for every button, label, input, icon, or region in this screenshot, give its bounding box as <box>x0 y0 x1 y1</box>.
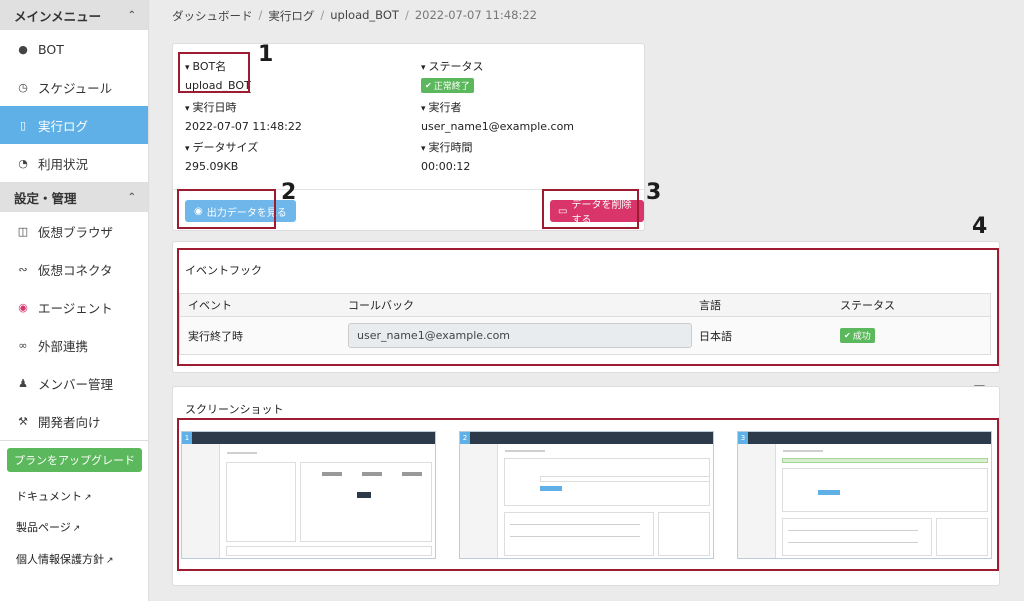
annotation-box-3 <box>542 189 639 229</box>
data-size-field: データサイズ 295.09KB <box>185 139 258 173</box>
sidebar-item-label: 仮想コネクタ <box>38 262 113 278</box>
annotation-number-3: 3 <box>646 180 662 205</box>
clock-icon: ◷ <box>18 80 28 94</box>
sidebar-item-label: BOT <box>38 41 64 57</box>
breadcrumb-exec-log[interactable]: 実行ログ <box>268 8 314 24</box>
annotation-number-4: 4 <box>972 214 988 239</box>
breadcrumb-bot[interactable]: upload_BOT <box>330 8 399 24</box>
upgrade-plan-button[interactable]: プランをアップグレード <box>7 448 142 472</box>
sidebar-item-schedule[interactable]: ◷ スケジュール <box>0 68 148 106</box>
external-link-icon: ↗ <box>106 556 114 566</box>
status-label: ステータス <box>421 58 484 74</box>
pie-chart-icon: ◔ <box>18 156 28 170</box>
chevron-up-icon[interactable]: ⌃ <box>128 192 136 203</box>
exec-time-value: 00:00:12 <box>421 160 471 173</box>
sidebar-item-label: 外部連携 <box>38 338 89 354</box>
external-link-icon: ↗ <box>72 524 81 534</box>
privacy-policy-link[interactable]: 個人情報保護方針 ↗ <box>16 551 114 567</box>
product-page-link[interactable]: 製品ページ ↗ <box>16 519 80 535</box>
link-icon: ∞ <box>18 338 28 352</box>
main-menu-header[interactable]: メインメニュー ⌃ <box>0 0 148 30</box>
screenshots-title: スクリーンショット <box>185 403 284 416</box>
sidebar-divider <box>0 440 149 441</box>
external-link-icon: ↗ <box>84 493 92 503</box>
check-circle-icon: ✔ <box>425 81 432 90</box>
data-size-label: データサイズ <box>185 139 259 155</box>
sidebar-item-label: 仮想ブラウザ <box>38 224 114 240</box>
exec-date-label: 実行日時 <box>185 99 302 115</box>
annotation-box-5 <box>177 418 999 571</box>
executor-label: 実行者 <box>421 99 574 115</box>
docs-link-label: ドキュメント <box>16 490 82 503</box>
sidebar-item-usage[interactable]: ◔ 利用状況 <box>0 144 148 182</box>
status-field: ステータス ✔正常終了 <box>421 58 484 93</box>
sidebar-item-external-link[interactable]: ∞ 外部連携 <box>0 326 148 364</box>
executor-value: user_name1@example.com <box>421 120 575 133</box>
status-text: 正常終了 <box>433 82 470 92</box>
executor-field: 実行者 user_name1@example.com <box>421 99 574 133</box>
sidebar-item-label: 利用状況 <box>38 156 89 172</box>
breadcrumb-current: 2022-07-07 11:48:22 <box>414 8 537 22</box>
sidebar-item-agent[interactable]: ◉ エージェント <box>0 288 148 326</box>
status-badge: ✔ 正常終了 <box>421 78 474 93</box>
annotation-box-4 <box>177 248 999 366</box>
breadcrumb: ダッシュボード / 実行ログ / upload_BOT / 2022-07-07… <box>172 8 537 24</box>
sidebar-item-label: 開発者向け <box>38 414 101 430</box>
settings-title: 設定・管理 <box>14 190 77 206</box>
robot-icon: ● <box>18 42 28 56</box>
sidebar-item-label: スケジュール <box>38 80 113 96</box>
sidebar: メインメニュー ⌃ ● BOT ◷ スケジュール ▯ 実行ログ ◔ 利用状況 設… <box>0 0 149 601</box>
sidebar-item-label: 実行ログ <box>38 118 89 134</box>
sidebar-item-developers[interactable]: ⚒ 開発者向け <box>0 402 148 440</box>
main-menu-title: メインメニュー <box>14 8 102 24</box>
agent-icon: ◉ <box>18 300 28 314</box>
connector-icon: ∾ <box>18 262 28 276</box>
wrench-icon: ⚒ <box>18 414 28 428</box>
sidebar-item-bot[interactable]: ● BOT <box>0 30 148 68</box>
file-icon: ▯ <box>19 118 27 132</box>
sidebar-item-members[interactable]: ♟ メンバー管理 <box>0 364 148 402</box>
exec-date-value: 2022-07-07 11:48:22 <box>185 120 302 133</box>
exec-date-field: 実行日時 2022-07-07 11:48:22 <box>185 99 302 133</box>
product-page-link-label: 製品ページ <box>16 521 71 534</box>
annotation-box-2 <box>177 189 276 229</box>
chevron-up-icon[interactable]: ⌃ <box>128 10 136 21</box>
privacy-policy-link-label: 個人情報保護方針 <box>16 553 104 566</box>
settings-header[interactable]: 設定・管理 ⌃ <box>0 182 148 212</box>
exec-time-label: 実行時間 <box>421 139 473 155</box>
annotation-box-1 <box>178 52 250 93</box>
sidebar-item-virtual-browser[interactable]: ◫ 仮想ブラウザ <box>0 212 148 250</box>
sidebar-item-label: メンバー管理 <box>38 376 114 392</box>
sidebar-item-exec-log[interactable]: ▯ 実行ログ <box>0 106 148 144</box>
annotation-number-1: 1 <box>258 42 274 67</box>
exec-time-field: 実行時間 00:00:12 <box>421 139 473 173</box>
sidebar-item-label: エージェント <box>38 300 113 316</box>
browser-icon: ◫ <box>17 224 29 238</box>
annotation-number-2: 2 <box>281 180 297 205</box>
sidebar-item-virtual-connector[interactable]: ∾ 仮想コネクタ <box>0 250 148 288</box>
breadcrumb-dashboard[interactable]: ダッシュボード <box>172 8 253 24</box>
docs-link[interactable]: ドキュメント ↗ <box>16 488 92 504</box>
data-size-value: 295.09KB <box>185 160 239 173</box>
users-icon: ♟ <box>18 376 28 390</box>
